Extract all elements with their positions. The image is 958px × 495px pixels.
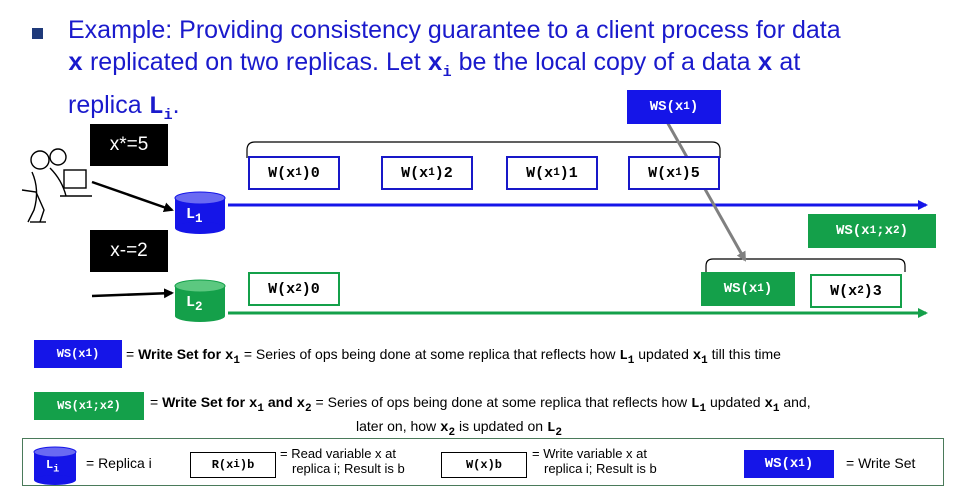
key-replica-text: = Replica i bbox=[86, 455, 152, 471]
l1-op-1: W(x 1)0 bbox=[248, 156, 340, 190]
replica-l1-label: L1 bbox=[186, 206, 203, 226]
brace-l2-ws bbox=[705, 258, 906, 272]
client-op-1: x*=5 bbox=[90, 124, 168, 166]
key-read-text: = Read variable x at replica i; Result is… bbox=[280, 446, 405, 476]
client-op-2: x-=2 bbox=[90, 230, 168, 272]
l1-op-4: W(x 1)5 bbox=[628, 156, 720, 190]
client-arrow-l1 bbox=[91, 180, 174, 213]
key-write-chip: W(x)b bbox=[441, 452, 527, 478]
l1-op-2: W(x 1)2 bbox=[381, 156, 473, 190]
l2-op-1: W(x 2)0 bbox=[248, 272, 340, 306]
legend-ws-x1-chip: WS(x 1) bbox=[34, 340, 122, 368]
l2-op-2: W(x 2)3 bbox=[810, 274, 902, 308]
client-process-icon bbox=[21, 148, 92, 223]
client-arrow-l2 bbox=[91, 288, 174, 299]
key-write-text: = Write variable x at replica i; Result i… bbox=[532, 446, 657, 476]
key-ws-text: = Write Set bbox=[846, 455, 916, 471]
ws-x1-top: WS(x 1) bbox=[627, 90, 721, 124]
legend-ws-x1-definition: = Write Set for x1 = Series of ops being… bbox=[126, 346, 781, 367]
key-read-chip: R(x i)b bbox=[190, 452, 276, 478]
ws-x1-x2: WS(x 1 ;x 2) bbox=[808, 214, 936, 248]
propagation-arrow bbox=[664, 119, 747, 262]
legend-ws-x1-x2-definition: = Write Set for x1 and x2 = Series of op… bbox=[150, 394, 811, 439]
legend-ws-x1-x2-chip: WS(x 1 ;x 2) bbox=[34, 392, 144, 420]
replica-l2-label: L2 bbox=[186, 294, 203, 314]
key-replica-label: Li bbox=[46, 458, 60, 476]
key-ws-chip: WS(x 1) bbox=[744, 450, 834, 478]
l1-op-3: W(x 1)1 bbox=[506, 156, 598, 190]
l2-ws-x1: WS(x 1) bbox=[701, 272, 795, 306]
